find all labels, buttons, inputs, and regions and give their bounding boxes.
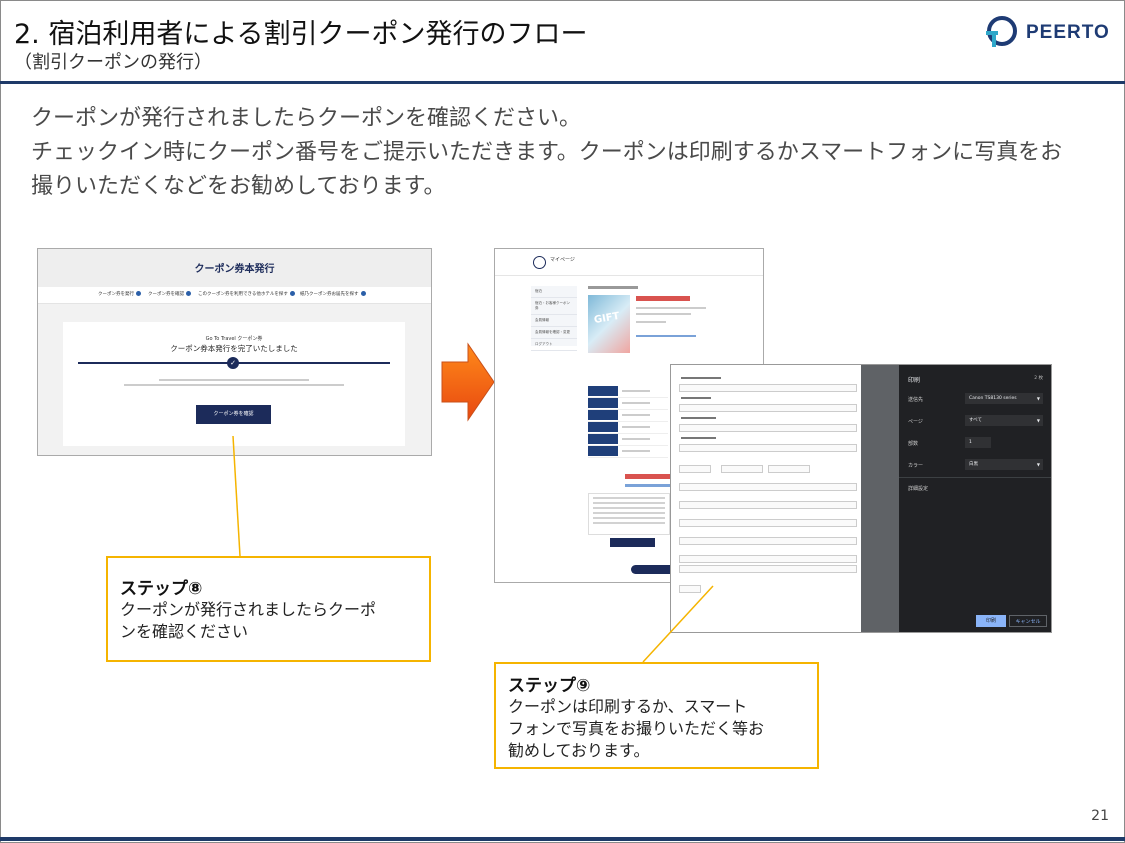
callout-text: クーポンは印刷するか、スマート xyxy=(508,697,748,716)
callout-heading: ステップ⑧ xyxy=(120,579,203,599)
step8-callout: ステップ⑧ クーポンが発行されましたらクーポ ンを確認ください xyxy=(106,556,431,662)
footer-rule xyxy=(0,837,1125,841)
page-number: 21 xyxy=(1091,808,1109,824)
callout-text: ンを確認ください xyxy=(120,622,249,641)
step9-callout: ステップ⑨ クーポンは印刷するか、スマート フォンで写真をお撮りいただく等お 勧… xyxy=(494,662,819,769)
callout-heading: ステップ⑨ xyxy=(508,676,591,696)
callout-text: 勧めしております。 xyxy=(508,741,650,760)
callout-text: フォンで写真をお撮りいただく等お xyxy=(508,719,765,738)
callout-text: クーポンが発行されましたらクーポ xyxy=(120,600,377,619)
